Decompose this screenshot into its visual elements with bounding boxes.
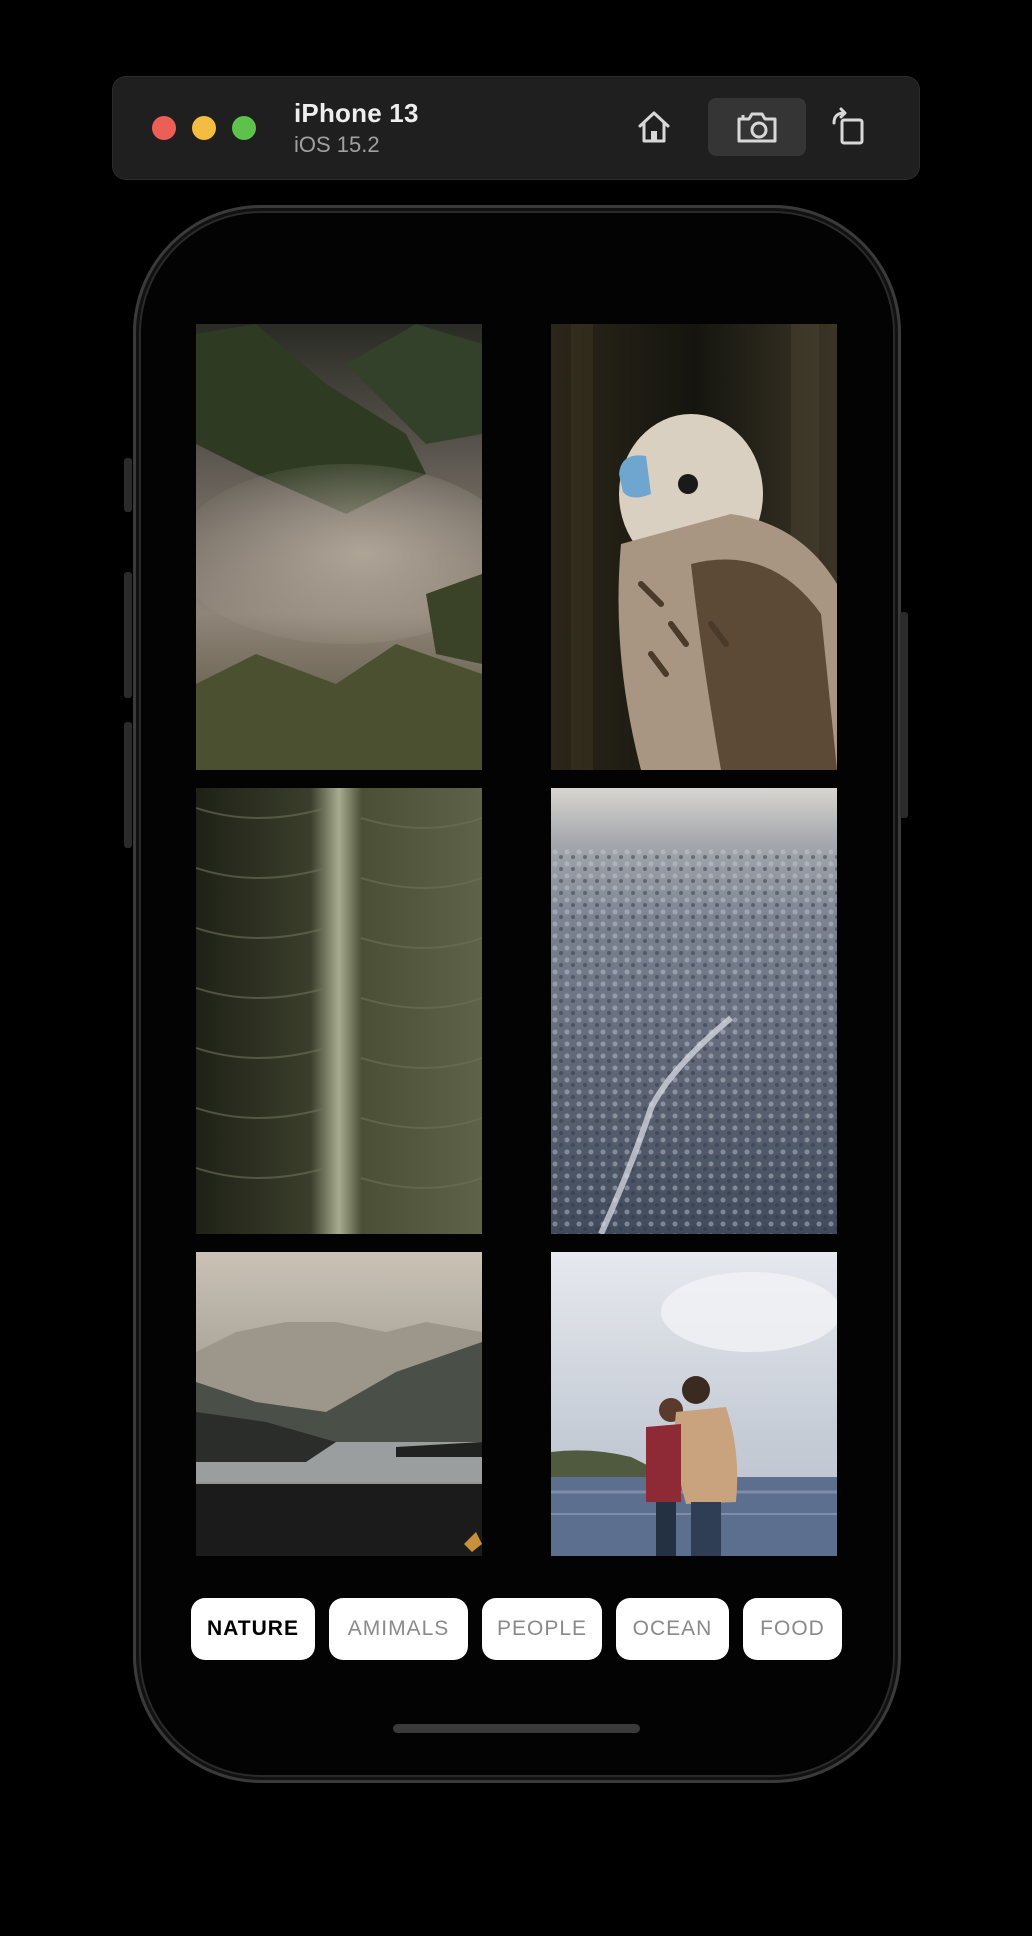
home-indicator[interactable] <box>393 1724 640 1733</box>
device-os-version: iOS 15.2 <box>294 132 380 157</box>
rotate-icon <box>832 107 864 145</box>
mountain-lake-image <box>196 1252 482 1556</box>
category-chip-ocean[interactable]: OCEAN <box>616 1598 729 1660</box>
home-button[interactable] <box>624 98 684 156</box>
couple-sea-image <box>551 1252 837 1556</box>
category-chip-people[interactable]: PEOPLE <box>482 1598 602 1660</box>
volume-down-button <box>124 722 132 848</box>
photo-couple-sea[interactable] <box>551 1252 837 1556</box>
mute-switch <box>124 458 132 512</box>
category-chip-food[interactable]: FOOD <box>743 1598 842 1660</box>
photo-mountain-lake[interactable] <box>196 1252 482 1556</box>
close-window-button[interactable] <box>152 116 176 140</box>
power-button <box>900 612 908 818</box>
camera-icon <box>737 112 777 143</box>
device-name: iPhone 13 <box>294 98 419 128</box>
leaf-image <box>196 788 482 1234</box>
photo-falcon[interactable] <box>551 324 837 770</box>
home-icon <box>638 111 670 143</box>
photo-misty-mountains[interactable] <box>196 324 482 770</box>
photo-snowy-forest[interactable] <box>551 788 837 1234</box>
falcon-image <box>551 324 837 770</box>
minimize-window-button[interactable] <box>192 116 216 140</box>
rotate-button[interactable] <box>818 98 878 156</box>
simulator-toolbar: iPhone 13 iOS 15.2 <box>112 76 920 180</box>
misty-mountains-image <box>196 324 482 770</box>
snowy-forest-image <box>551 788 837 1234</box>
category-chip-nature[interactable]: NATURE <box>191 1598 315 1660</box>
photo-leaf[interactable] <box>196 788 482 1234</box>
screenshot-button[interactable] <box>708 98 806 156</box>
maximize-window-button[interactable] <box>232 116 256 140</box>
category-chip-animals[interactable]: AMIMALS <box>329 1598 468 1660</box>
volume-up-button <box>124 572 132 698</box>
